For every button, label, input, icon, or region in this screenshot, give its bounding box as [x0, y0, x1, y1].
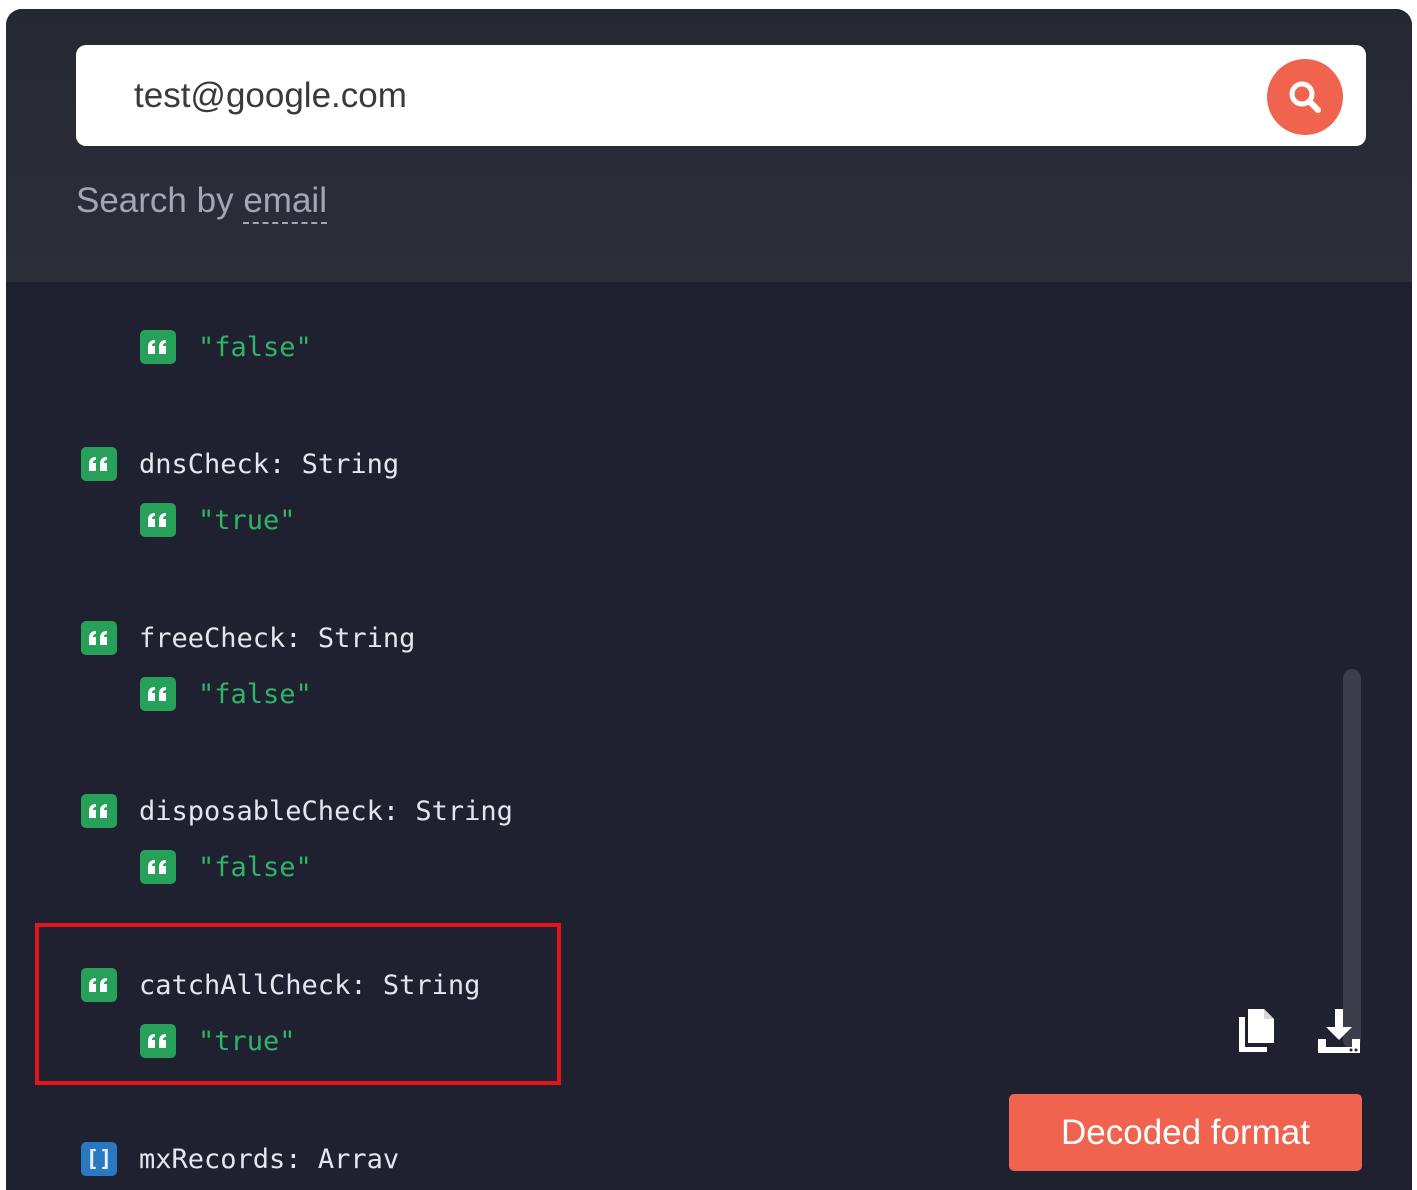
search-icon	[1289, 81, 1321, 113]
quote-icon	[81, 794, 117, 828]
copy-button[interactable]	[1236, 1007, 1278, 1053]
field-name: freeCheck:	[139, 622, 302, 654]
search-header: Search by email	[6, 9, 1412, 282]
search-button[interactable]	[1267, 59, 1343, 135]
field-value-row: "true"	[140, 503, 296, 537]
field-name: disposableCheck:	[139, 795, 400, 827]
quote-icon	[81, 447, 117, 481]
field-value-row: "false"	[140, 677, 312, 711]
field-value: "false"	[198, 331, 312, 363]
field-value: "false"	[198, 678, 312, 710]
field-type: String	[301, 448, 400, 480]
copy-icon	[1239, 1009, 1274, 1052]
quote-icon	[140, 503, 176, 537]
field-name: mxRecords:	[139, 1143, 302, 1175]
field-row[interactable]: dnsCheck: String	[81, 447, 399, 481]
scrollbar-thumb[interactable]	[1343, 669, 1361, 1049]
decoded-format-label: Decoded format	[1060, 1112, 1311, 1152]
field-value: "false"	[198, 851, 312, 883]
result-panel: Search by email "false" dnsCheck: String…	[6, 9, 1412, 1190]
quote-icon	[140, 677, 176, 711]
field-value-row: "false"	[140, 850, 312, 884]
field-value: "true"	[198, 504, 296, 536]
search-box	[76, 45, 1366, 146]
field-row[interactable]: disposableCheck: String	[81, 794, 513, 828]
field-row[interactable]: freeCheck: String	[81, 621, 415, 655]
search-hint-prefix: Search by	[76, 181, 234, 220]
quote-icon	[81, 621, 117, 655]
field-value-row: "false"	[140, 330, 312, 364]
field-type: Arrav	[317, 1143, 400, 1175]
quote-icon	[140, 850, 176, 884]
download-button[interactable]	[1316, 1007, 1362, 1055]
search-hint: Search by email	[76, 181, 327, 224]
field-name: dnsCheck:	[139, 448, 286, 480]
search-input[interactable]	[134, 45, 1234, 146]
array-icon: []	[81, 1142, 117, 1176]
field-type: String	[415, 795, 513, 827]
decoded-format-button[interactable]: Decoded format	[1009, 1094, 1362, 1171]
quote-icon	[140, 330, 176, 364]
download-icon	[1318, 1009, 1360, 1053]
search-hint-type[interactable]: email	[243, 181, 327, 224]
field-row[interactable]: [] mxRecords: Arrav	[81, 1142, 399, 1176]
field-type: String	[317, 622, 416, 654]
highlight-annotation	[35, 923, 561, 1085]
